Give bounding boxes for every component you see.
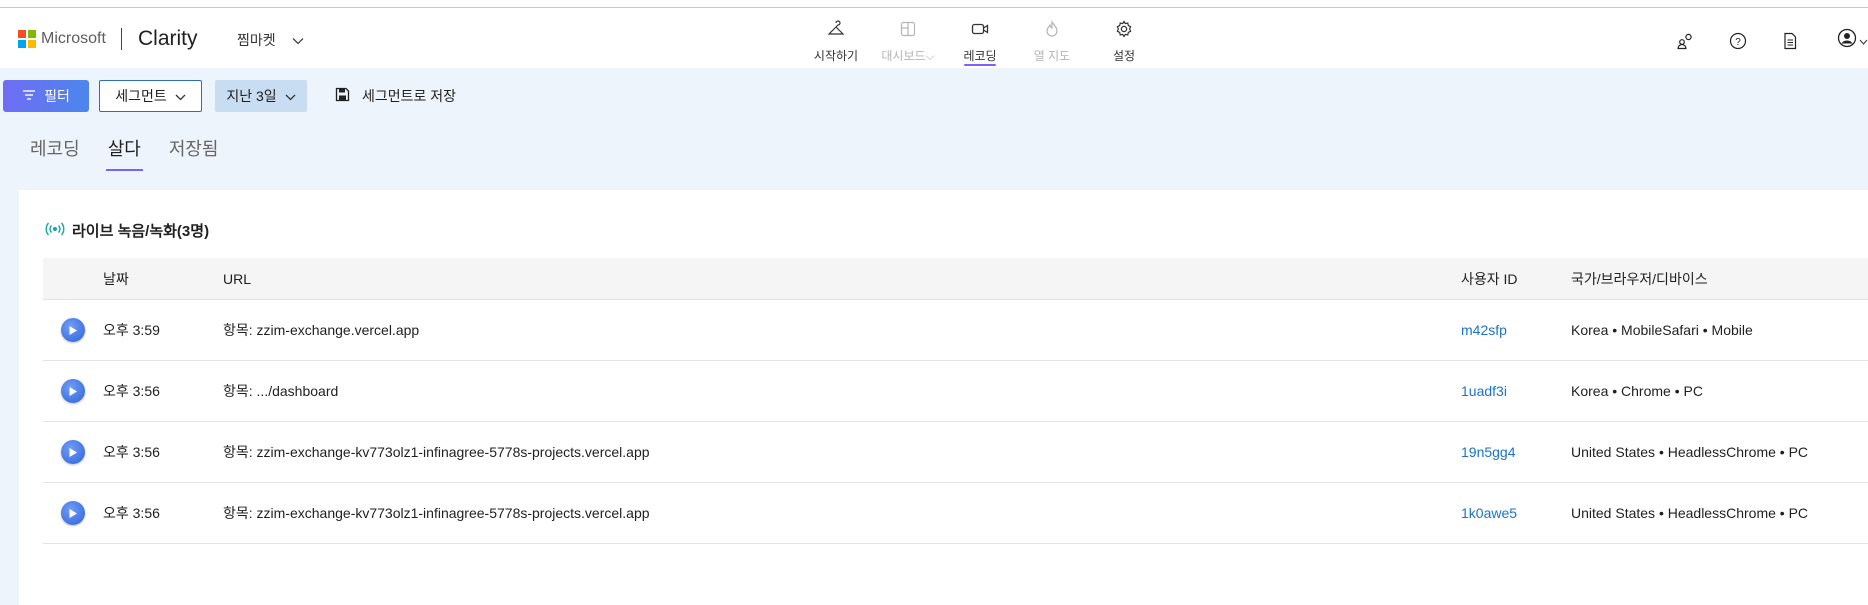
brand-name: Microsoft: [41, 30, 106, 47]
nav-label: 열 지도: [1033, 49, 1071, 63]
filter-button[interactable]: 필터: [3, 80, 89, 112]
tab-recordings[interactable]: 레코딩: [30, 135, 80, 171]
nav-label: 레코딩: [963, 49, 997, 63]
header-divider: [121, 28, 122, 50]
chevron-down-icon: [175, 88, 186, 104]
column-url[interactable]: URL: [223, 271, 1461, 287]
row-url: 항목: zzim-exchange.vercel.app: [223, 322, 420, 338]
nav-dashboard[interactable]: 대시보드⌵: [872, 16, 944, 66]
header-right-icons: ?: [1660, 28, 1868, 53]
row-date: 오후 3:56: [103, 505, 160, 521]
document-icon[interactable]: [1764, 29, 1816, 53]
tab-saved[interactable]: 저장됨: [169, 135, 219, 171]
project-selector[interactable]: 찜마켓: [237, 30, 304, 50]
chevron-down-icon: [1859, 32, 1868, 50]
row-url: 항목: zzim-exchange-kv773olz1-infinagree-5…: [223, 505, 650, 521]
nav-active-indicator: [964, 64, 996, 66]
product-name[interactable]: Clarity: [138, 27, 198, 51]
live-recordings-table: 날짜 URL 사용자 ID 국가/브라우저/디바이스 오후 3:59 항목: z…: [43, 258, 1868, 544]
hanger-icon: [827, 20, 845, 43]
live-broadcast-icon: [45, 222, 65, 240]
tab-live[interactable]: 살다: [105, 135, 143, 171]
column-date[interactable]: 날짜: [103, 269, 223, 289]
save-label: 세그먼트로 저장: [362, 88, 457, 104]
live-recordings-header: 라이브 녹음/녹화(3명): [45, 220, 209, 241]
row-date: 오후 3:56: [103, 444, 160, 460]
table-row[interactable]: 오후 3:56 항목: zzim-exchange-kv773olz1-infi…: [43, 422, 1868, 483]
recording-tabs: 레코딩 살다 저장됨: [30, 135, 247, 171]
column-user-id[interactable]: 사용자 ID: [1461, 269, 1571, 289]
row-environment: Korea • Chrome • PC: [1571, 383, 1703, 399]
column-country-browser-device[interactable]: 국가/브라우저/디바이스: [1571, 269, 1868, 289]
row-url: 항목: zzim-exchange-kv773olz1-infinagree-5…: [223, 444, 650, 460]
row-user-id-link[interactable]: 19n5gg4: [1461, 444, 1571, 460]
row-environment: Korea • MobileSafari • Mobile: [1571, 322, 1753, 338]
row-date: 오후 3:59: [103, 322, 160, 338]
microsoft-logo[interactable]: Microsoft: [18, 30, 106, 48]
row-user-id-link[interactable]: m42sfp: [1461, 322, 1571, 338]
nav-label: 대시보드⌵: [881, 49, 935, 63]
main-nav: 시작하기 대시보드⌵ 레코딩 열 지도 설정: [800, 16, 1160, 66]
play-icon[interactable]: [61, 318, 85, 342]
svg-text:?: ?: [1735, 37, 1741, 48]
chevron-down-icon: [292, 32, 304, 48]
filter-icon: [22, 88, 36, 104]
flame-icon: [1043, 20, 1061, 43]
segment-label: 세그먼트: [115, 88, 167, 104]
gear-icon: [1115, 20, 1133, 43]
chevron-down-icon: [285, 88, 296, 104]
table-row[interactable]: 오후 3:56 항목: .../dashboard 1uadf3i Korea …: [43, 361, 1868, 422]
nav-recordings[interactable]: 레코딩: [944, 16, 1016, 66]
row-environment: United States • HeadlessChrome • PC: [1571, 505, 1809, 521]
table-header: 날짜 URL 사용자 ID 국가/브라우저/디바이스: [43, 258, 1868, 300]
account-menu[interactable]: [1818, 28, 1868, 53]
filter-label: 필터: [44, 88, 70, 104]
segment-dropdown[interactable]: 세그먼트: [99, 80, 202, 112]
date-range-label: 지난 3일: [226, 88, 277, 104]
help-icon[interactable]: ?: [1712, 29, 1764, 53]
nav-heatmaps[interactable]: 열 지도: [1016, 16, 1088, 66]
filter-toolbar: 필터 세그먼트 지난 3일 세그먼트로 저장: [0, 80, 1868, 112]
row-url: 항목: .../dashboard: [223, 383, 339, 399]
app-header: Microsoft Clarity 찜마켓 시작하기 대시보드⌵ 레코딩 열 지…: [0, 8, 1868, 68]
row-user-id-link[interactable]: 1k0awe5: [1461, 505, 1571, 521]
row-date: 오후 3:56: [103, 383, 160, 399]
table-row[interactable]: 오후 3:56 항목: zzim-exchange-kv773olz1-infi…: [43, 483, 1868, 544]
video-camera-icon: [971, 20, 989, 43]
row-environment: United States • HeadlessChrome • PC: [1571, 444, 1809, 460]
save-icon: [335, 87, 350, 105]
play-icon[interactable]: [61, 379, 85, 403]
top-border: [0, 0, 1868, 8]
play-icon[interactable]: [61, 501, 85, 525]
live-recordings-panel: 라이브 녹음/녹화(3명) 날짜 URL 사용자 ID 국가/브라우저/디바이스…: [19, 190, 1868, 605]
microsoft-logo-icon: [18, 30, 36, 48]
nav-getting-started[interactable]: 시작하기: [800, 16, 872, 66]
date-range-dropdown[interactable]: 지난 3일: [215, 80, 307, 112]
project-name: 찜마켓: [237, 32, 276, 48]
row-user-id-link[interactable]: 1uadf3i: [1461, 383, 1571, 399]
table-row[interactable]: 오후 3:59 항목: zzim-exchange.vercel.app m42…: [43, 300, 1868, 361]
account-icon: [1837, 28, 1857, 53]
dashboard-icon: [899, 20, 917, 43]
live-recordings-title: 라이브 녹음/녹화(3명): [72, 223, 210, 240]
nav-label: 시작하기: [813, 49, 859, 63]
play-icon[interactable]: [61, 440, 85, 464]
nav-label: 설정: [1112, 49, 1136, 63]
people-icon[interactable]: [1660, 29, 1712, 53]
nav-settings[interactable]: 설정: [1088, 16, 1160, 66]
save-as-segment-button[interactable]: 세그먼트로 저장: [335, 80, 456, 112]
